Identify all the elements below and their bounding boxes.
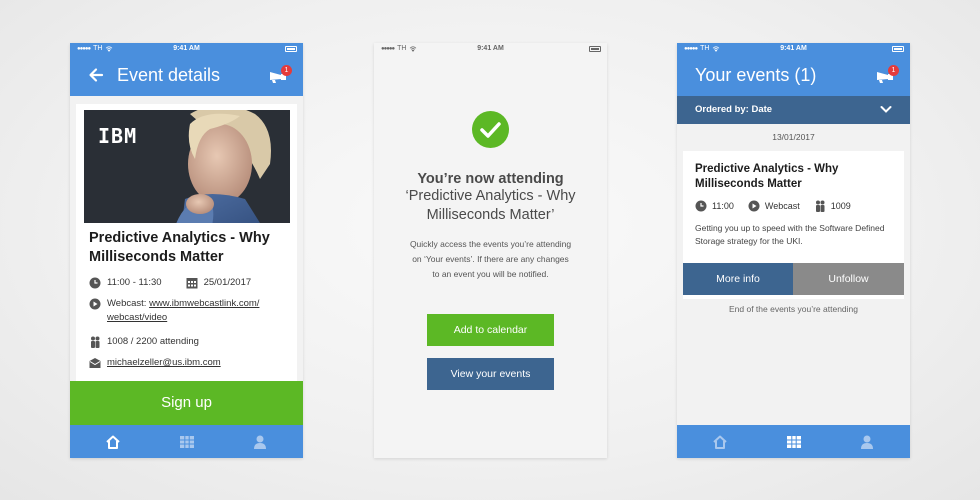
your-events-screen: ●●●●● TH 9:41 AM Your events (1) 1 Ordere… — [677, 43, 910, 458]
unfollow-button[interactable]: Unfollow — [793, 263, 904, 295]
check-icon — [480, 122, 501, 138]
page-title: Event details — [117, 65, 221, 85]
event-time: 11:00 — [712, 201, 734, 211]
person-icon[interactable] — [252, 434, 268, 450]
battery-icon — [589, 46, 601, 52]
mail-icon — [89, 358, 101, 368]
more-info-button[interactable]: More info — [683, 263, 793, 295]
notification-badge: 1 — [281, 65, 292, 76]
bottom-tab-bar — [677, 425, 910, 458]
status-time: 9:41 AM — [780, 45, 807, 52]
time-date-row: 11:00 - 11:30 25/01/2017 — [89, 276, 251, 290]
sort-label: Ordered by: Date — [695, 104, 773, 115]
status-bar: ●●●●● TH 9:41 AM — [677, 43, 910, 55]
attendee-count: 1009 — [830, 201, 851, 211]
webcast-link[interactable]: www.ibmwebcastlink.com/ — [149, 298, 259, 309]
event-details-screen: ●●●●● TH 9:41 AM Event details 1 IBM Pre… — [70, 43, 303, 458]
view-your-events-button[interactable]: View your events — [427, 358, 554, 390]
event-title: Predictive Analytics - Why Milliseconds … — [89, 230, 270, 265]
app-header: ●●●●● TH 9:41 AM Event details 1 — [70, 43, 303, 96]
status-bar: ●●●●● TH 9:41 AM — [70, 43, 303, 55]
bottom-tab-bar — [70, 425, 303, 458]
status-bar: ●●●●● TH 9:41 AM — [374, 43, 607, 55]
confirmation-screen: ●●●●● TH 9:41 AM You’re now attending ‘Pr… — [374, 43, 607, 458]
date-header: 13/01/2017 — [772, 132, 815, 142]
app-header: ●●●●● TH 9:41 AM Your events (1) 1 — [677, 43, 910, 96]
webcast-row: Webcast: www.ibmwebcastlink.com/ webcast… — [89, 297, 259, 325]
people-icon — [815, 200, 825, 212]
confirmation-heading: You’re now attending — [417, 171, 564, 187]
battery-icon — [285, 46, 297, 52]
event-card: IBM Predictive Analytics - Why Milliseco… — [76, 104, 297, 389]
event-meta: 11:00 Webcast 1009 — [695, 200, 851, 212]
status-time: 9:41 AM — [173, 45, 200, 52]
person-icon[interactable] — [859, 434, 875, 450]
chevron-down-icon — [880, 106, 892, 113]
notification-button[interactable]: 1 — [875, 65, 899, 85]
clock-icon — [89, 277, 101, 289]
event-title: Predictive Analytics - Why Milliseconds … — [695, 163, 839, 190]
status-time: 9:41 AM — [477, 45, 504, 52]
event-photo: IBM — [84, 110, 290, 223]
people-icon — [91, 336, 100, 348]
event-time: 11:00 - 11:30 — [107, 277, 162, 288]
clock-icon — [695, 200, 707, 212]
event-description: Getting you up to speed with the Softwar… — [695, 223, 885, 246]
event-card[interactable]: Predictive Analytics - Why Milliseconds … — [683, 151, 904, 299]
confirmation-event-name: ‘Predictive Analytics - Why Milliseconds… — [405, 188, 576, 223]
sort-dropdown[interactable]: Ordered by: Date — [677, 96, 910, 124]
notification-button[interactable]: 1 — [268, 65, 292, 85]
attendance-row: 1008 / 2200 attending — [89, 335, 199, 349]
play-icon — [89, 298, 101, 310]
home-icon[interactable] — [712, 434, 728, 450]
event-date: 25/01/2017 — [203, 277, 252, 288]
add-to-calendar-button[interactable]: Add to calendar — [427, 314, 554, 346]
sign-up-button[interactable]: Sign up — [70, 381, 303, 425]
back-arrow-icon[interactable] — [88, 67, 104, 83]
calendar-icon — [186, 278, 198, 289]
attendance-count: 1008 / 2200 attending — [107, 336, 199, 347]
ibm-logo: IBM — [98, 124, 138, 148]
end-of-list-text: End of the events you’re attending — [728, 304, 858, 314]
speaker-photo — [176, 110, 271, 223]
grid-icon[interactable] — [179, 434, 195, 450]
battery-icon — [892, 46, 904, 52]
webcast-label: Webcast: — [107, 298, 147, 309]
confirmation-message: Quickly access the events you’re attendi… — [409, 239, 572, 279]
play-icon — [748, 200, 760, 212]
page-title: Your events (1) — [695, 65, 817, 85]
home-icon[interactable] — [105, 434, 121, 450]
grid-icon[interactable] — [786, 434, 802, 450]
event-type: Webcast — [764, 201, 800, 211]
organizer-email[interactable]: michaelzeller@us.ibm.com — [107, 356, 221, 370]
success-check — [472, 111, 509, 148]
email-row: michaelzeller@us.ibm.com — [89, 356, 221, 370]
webcast-link-cont[interactable]: webcast/video — [107, 312, 167, 323]
notification-badge: 1 — [888, 65, 899, 76]
